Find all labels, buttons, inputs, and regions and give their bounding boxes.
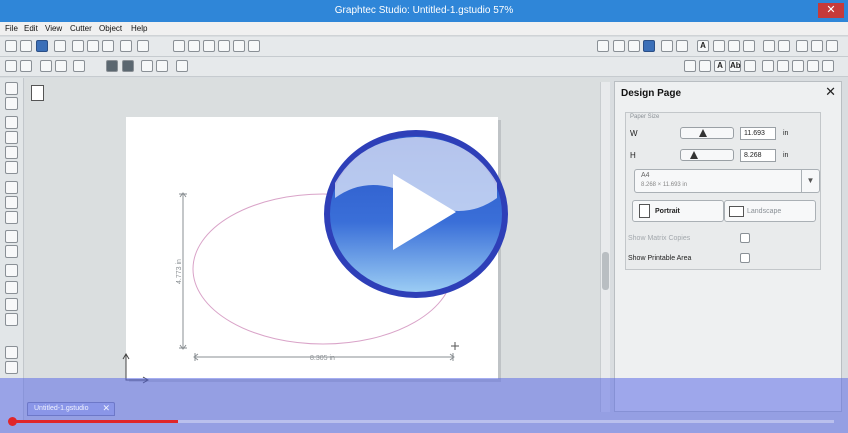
panel-close-icon[interactable]: ✕ <box>825 84 836 100</box>
video-progress-track[interactable] <box>14 420 834 423</box>
show-matrix-copies-checkbox[interactable] <box>740 233 750 243</box>
scrollbar-thumb[interactable] <box>602 252 609 290</box>
paper-name: A4 <box>641 172 650 179</box>
panel-title: Design Page <box>621 88 682 99</box>
paper-size-group: Paper Size W 11.693 in H 8.268 in A4 8.2… <box>625 112 821 270</box>
height-slider[interactable] <box>680 149 734 161</box>
height-unit: in <box>783 152 789 159</box>
document-tab-close-icon[interactable]: ✕ <box>102 403 110 414</box>
document-tab-label: Untitled-1.gstudio <box>34 405 89 412</box>
height-slider-knob[interactable] <box>690 151 698 159</box>
width-label: W <box>630 129 638 138</box>
portrait-icon <box>639 204 650 218</box>
height-label: H <box>630 151 636 160</box>
show-printable-area-checkbox[interactable] <box>740 253 750 263</box>
crosshair-cursor-icon <box>451 342 459 350</box>
height-dimension-label: 4.773 in <box>176 259 183 284</box>
landscape-icon <box>729 206 744 217</box>
width-input[interactable]: 11.693 <box>740 127 776 140</box>
landscape-label: Landscape <box>747 208 782 215</box>
portrait-button[interactable]: Portrait <box>632 200 724 222</box>
video-progress-knob[interactable] <box>8 417 17 426</box>
play-button-icon[interactable] <box>321 128 511 300</box>
canvas-vertical-scrollbar[interactable] <box>600 82 610 412</box>
paper-dimensions: 8.268 × 11.693 in <box>641 182 688 188</box>
show-printable-area-label: Show Printable Area <box>628 255 692 262</box>
design-page-panel: Design Page ✕ Paper Size W 11.693 in H 8… <box>614 81 842 412</box>
width-dimension-label: 8.305 in <box>310 355 335 362</box>
landscape-button[interactable]: Landscape <box>724 200 816 222</box>
width-slider[interactable] <box>680 127 734 139</box>
width-unit: in <box>783 130 789 137</box>
chevron-down-icon[interactable]: ▼ <box>801 170 819 192</box>
video-progress-fill <box>14 420 178 423</box>
video-control-bar <box>0 378 848 433</box>
paper-size-dropdown[interactable]: A4 8.268 × 11.693 in ▼ <box>634 169 820 193</box>
width-slider-knob[interactable] <box>699 129 707 137</box>
paper-size-label: Paper Size <box>630 114 660 120</box>
portrait-label: Portrait <box>655 208 680 215</box>
height-input[interactable]: 8.268 <box>740 149 776 162</box>
document-tab[interactable]: Untitled-1.gstudio ✕ <box>27 402 115 416</box>
show-matrix-copies-label: Show Matrix Copies <box>628 235 691 242</box>
